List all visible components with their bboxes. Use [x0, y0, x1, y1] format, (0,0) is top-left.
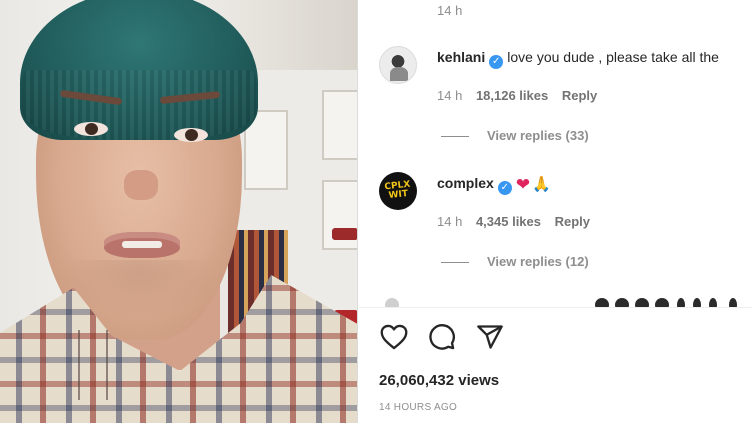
view-count[interactable]: 26,060,432 views [379, 372, 499, 389]
comment-icon [429, 324, 455, 350]
comment-username[interactable]: kehlani [437, 49, 485, 65]
avatar[interactable]: CPLX WIT [379, 172, 417, 210]
comment-text: love you dude , please take all the [507, 49, 719, 65]
verified-badge-icon: ✓ [497, 181, 512, 195]
reply-button[interactable]: Reply [562, 88, 597, 103]
mouth [104, 232, 180, 258]
red-heart-emoji-icon: ❤ [515, 175, 531, 194]
like-button[interactable] [379, 322, 409, 352]
post-video[interactable] [0, 0, 358, 423]
comment-likes[interactable]: 18,126 likes [476, 88, 548, 103]
post-timestamp: 14 HOURS AGO [379, 402, 458, 413]
comment-username[interactable]: complex [437, 175, 494, 191]
folded-hands-emoji-icon: 🙏 [532, 175, 551, 193]
next-comment-partial [377, 294, 752, 308]
heart-icon [380, 324, 408, 350]
reply-divider [441, 262, 469, 263]
complex-logo-icon: CPLX WIT [384, 179, 411, 201]
comment-likes[interactable]: 4,345 likes [476, 214, 541, 229]
comment-time: 14 h [437, 214, 463, 229]
comment-time: 14 h [437, 88, 463, 103]
comment-meta: 14 h 4,345 likes Reply [437, 214, 590, 229]
view-replies-button[interactable]: View replies (33) [487, 128, 589, 143]
section-divider [359, 307, 752, 308]
comments-panel: 14 h kehlani ✓ love you dude , please take… [359, 0, 752, 423]
reply-divider [441, 136, 469, 137]
comment-button[interactable] [427, 322, 457, 352]
reply-button[interactable]: Reply [555, 214, 590, 229]
action-bar [379, 322, 505, 356]
avatar[interactable] [379, 46, 417, 84]
comment-body: complex ✓ ❤ 🙏 [437, 175, 551, 195]
comment-time: 14 h [437, 3, 463, 18]
share-button[interactable] [475, 322, 505, 352]
comment-meta: 14 h 18,126 likes Reply [437, 88, 597, 103]
share-icon [477, 325, 503, 349]
verified-badge-icon: ✓ [489, 55, 504, 69]
comment-body: kehlani ✓ love you dude , please take all … [437, 49, 719, 69]
view-replies-button[interactable]: View replies (12) [487, 254, 589, 269]
